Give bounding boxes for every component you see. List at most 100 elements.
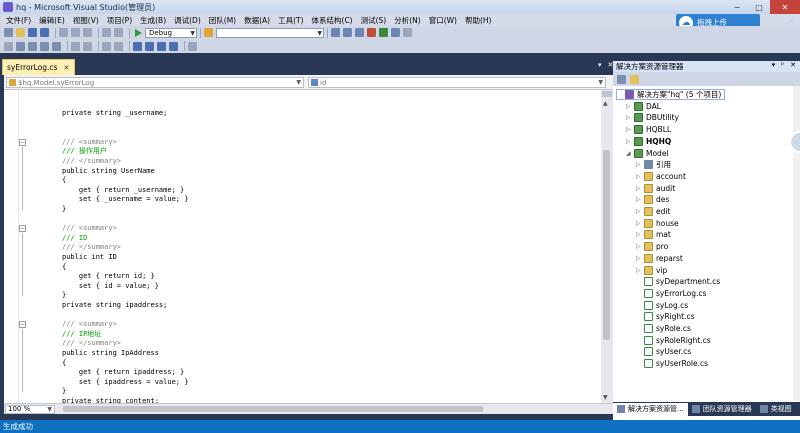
tree-item[interactable]: ▷ reparst [636, 253, 683, 264]
parameter-info-icon[interactable] [28, 41, 37, 51]
menu-view[interactable]: 视图(V) [69, 15, 103, 26]
splitter-handle[interactable] [602, 91, 612, 97]
expand-arrow-icon[interactable]: ▷ [626, 103, 634, 110]
clear-bookmarks-icon[interactable] [169, 41, 178, 51]
auto-hide-pin-icon[interactable]: ᵖ [781, 61, 784, 69]
toolbar-options-icon[interactable] [403, 28, 412, 37]
start-page-icon[interactable] [391, 28, 400, 37]
panel-close-icon[interactable]: ✕ [790, 61, 796, 69]
open-file-icon[interactable] [16, 28, 25, 37]
indent-icon[interactable] [83, 41, 92, 51]
previous-bookmark-icon[interactable] [145, 41, 154, 51]
minimize-button[interactable]: − [726, 0, 748, 14]
menu-architecture[interactable]: 体系结构(C) [308, 15, 357, 26]
menu-test[interactable]: 测试(S) [357, 15, 391, 26]
tree-item[interactable]: ▷ HQHQ [626, 136, 671, 147]
expand-arrow-icon[interactable]: ▷ [636, 255, 644, 262]
tree-item[interactable]: ◢ Model [626, 148, 669, 159]
tab-list-icon[interactable]: ▾ [598, 61, 602, 69]
zoom-select[interactable]: 100 % ▼ [5, 404, 55, 414]
collapse-region-icon[interactable]: − [19, 138, 26, 146]
scroll-down-icon[interactable]: ▼ [603, 394, 608, 401]
tab-team-explorer[interactable]: 团队资源管理器 [688, 403, 756, 416]
quick-info-icon[interactable] [40, 41, 49, 51]
vertical-scrollbar[interactable]: ▲ ▼ [601, 90, 613, 403]
menu-edit[interactable]: 编辑(E) [35, 15, 69, 26]
expand-arrow-icon[interactable]: ▷ [636, 173, 644, 180]
menu-data[interactable]: 数据(A) [240, 15, 274, 26]
properties-icon[interactable] [617, 74, 626, 84]
tree-item[interactable]: ▷ des [636, 194, 669, 205]
window-position-icon[interactable]: ▾ [772, 61, 776, 69]
tab-syerrorlog[interactable]: syErrorLog.cs ✕ [2, 59, 75, 75]
code-editor[interactable]: private string _username;/// <summary>//… [4, 90, 601, 403]
next-bookmark-icon[interactable] [157, 41, 166, 51]
tree-item[interactable]: syRoleRight.cs [636, 335, 711, 346]
tab-close-icon[interactable]: ✕ [63, 64, 69, 72]
find-combo[interactable]: ▼ [216, 27, 324, 38]
maximize-button[interactable]: □ [748, 0, 770, 14]
tree-item[interactable]: ▷ HQBLL [626, 124, 671, 135]
member-list-icon[interactable] [16, 41, 25, 51]
start-debugging-icon[interactable] [135, 28, 142, 37]
expand-arrow-icon[interactable]: ▷ [636, 208, 644, 215]
menu-build[interactable]: 生成(B) [136, 15, 170, 26]
expand-arrow-icon[interactable]: ▷ [636, 220, 644, 227]
tree-item[interactable]: ▷ 引用 [636, 159, 671, 170]
menu-project[interactable]: 项目(P) [103, 15, 136, 26]
toggle-bookmark-icon[interactable] [133, 41, 142, 51]
comment-out-icon[interactable] [102, 41, 111, 51]
undo-icon[interactable] [102, 28, 111, 37]
scroll-thumb[interactable] [603, 150, 610, 340]
expand-arrow-icon[interactable]: ▷ [626, 138, 634, 145]
tree-item[interactable]: ▷ pro [636, 241, 668, 252]
tree-item[interactable]: ▷ edit [636, 206, 670, 217]
extension-manager-icon[interactable] [379, 28, 388, 37]
tree-item[interactable]: syUserRole.cs [636, 358, 708, 369]
copy-icon[interactable] [71, 28, 80, 37]
tree-item[interactable]: syErrorLog.cs [636, 288, 706, 299]
expand-arrow-icon[interactable]: ▷ [636, 243, 644, 250]
expand-arrow-icon[interactable]: ▷ [626, 114, 634, 121]
menu-team[interactable]: 团队(M) [205, 15, 240, 26]
menu-window[interactable]: 窗口(W) [425, 15, 461, 26]
tree-item[interactable]: ▷ DAL [626, 101, 661, 112]
toolbox-icon[interactable] [367, 28, 376, 37]
tree-item[interactable]: ▷ mat [636, 229, 671, 240]
expand-arrow-icon[interactable]: ▷ [636, 185, 644, 192]
solution-configuration-select[interactable]: Debug ▼ [145, 27, 197, 38]
menu-analyze[interactable]: 分析(N) [390, 15, 424, 26]
outdent-icon[interactable] [71, 41, 80, 51]
toolbar-options-icon[interactable] [188, 41, 197, 51]
tab-class-view[interactable]: 类视图 [756, 403, 796, 416]
tree-item[interactable]: ▷ audit [636, 183, 675, 194]
tree-item[interactable]: syUser.cs [636, 346, 691, 357]
tree-item[interactable]: 解决方案"hq" (5 个项目) [616, 89, 726, 100]
menu-debug[interactable]: 调试(D) [170, 15, 205, 26]
horizontal-scroll-thumb[interactable] [63, 406, 483, 412]
collapse-region-icon[interactable]: − [19, 321, 26, 329]
uncomment-icon[interactable] [114, 41, 123, 51]
collapse-region-icon[interactable]: − [19, 225, 26, 233]
new-project-icon[interactable] [4, 28, 13, 37]
type-dropdown[interactable]: $hq.Model.syErrorLog ▼ [6, 77, 304, 88]
object-browser-icon[interactable] [355, 28, 364, 37]
expand-arrow-icon[interactable]: ▷ [636, 161, 644, 168]
tree-item[interactable]: ▷ DBUtility [626, 112, 679, 123]
expand-arrow-icon[interactable]: ◢ [626, 150, 634, 157]
expand-arrow-icon[interactable]: ▷ [636, 231, 644, 238]
tree-item[interactable]: syRight.cs [636, 311, 695, 322]
properties-icon[interactable] [343, 28, 352, 37]
tree-item[interactable]: syRole.cs [636, 323, 691, 334]
expand-arrow-icon[interactable]: ▷ [636, 196, 644, 203]
solution-explorer-icon[interactable] [331, 28, 340, 37]
tree-item[interactable]: ▷ house [636, 218, 679, 229]
save-icon[interactable] [28, 28, 37, 37]
save-all-icon[interactable] [40, 28, 49, 37]
tree-item[interactable]: ▷ vip [636, 265, 667, 276]
show-all-files-icon[interactable] [630, 74, 639, 84]
cut-icon[interactable] [59, 28, 68, 37]
expand-arrow-icon[interactable]: ▷ [626, 126, 634, 133]
close-button[interactable]: ✕ [770, 0, 800, 14]
expand-arrow-icon[interactable]: ▷ [636, 267, 644, 274]
